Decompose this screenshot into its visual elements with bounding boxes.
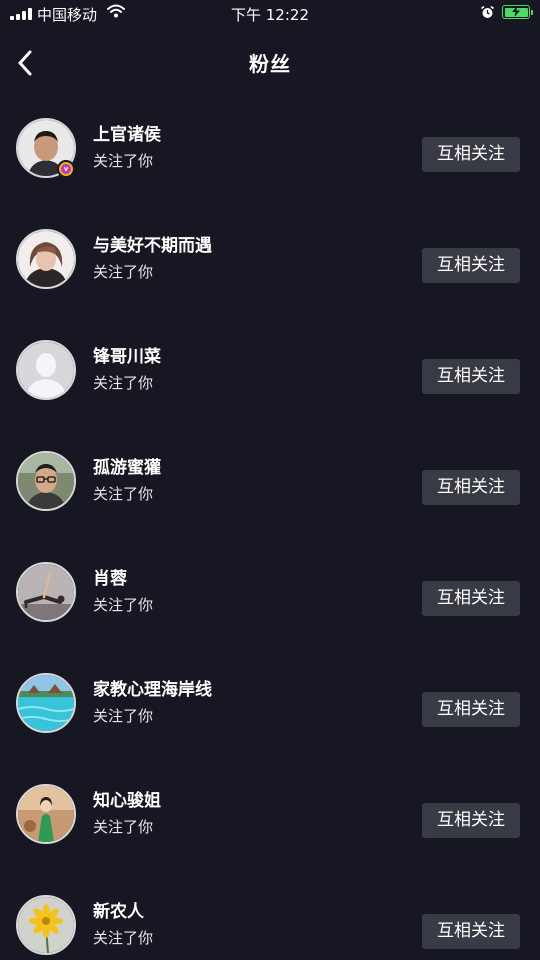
follow-back-button[interactable]: 互相关注: [422, 248, 520, 283]
fan-subtitle: 关注了你: [93, 485, 154, 503]
fan-name: 锋哥川菜: [93, 347, 161, 367]
fan-subtitle: 关注了你: [93, 263, 154, 281]
alarm-icon: [480, 5, 495, 24]
page-title: 粉丝: [249, 52, 291, 76]
fan-name: 孤游蜜獾: [93, 458, 161, 478]
fan-subtitle: 关注了你: [93, 818, 154, 836]
nav-bar: 粉丝: [0, 28, 540, 98]
follow-back-button[interactable]: 互相关注: [422, 914, 520, 949]
fan-row[interactable]: 家教心理海岸线 关注了你 互相关注: [0, 647, 540, 758]
avatar[interactable]: [16, 673, 76, 733]
fan-subtitle: 关注了你: [93, 152, 154, 170]
fan-row[interactable]: 与美好不期而遇 关注了你 互相关注: [0, 203, 540, 314]
fan-row[interactable]: v 上官诸侯 关注了你 互相关注: [0, 92, 540, 203]
fan-row[interactable]: 肖蓉 关注了你 互相关注: [0, 536, 540, 647]
follow-back-button[interactable]: 互相关注: [422, 137, 520, 172]
fan-subtitle: 关注了你: [93, 707, 154, 725]
follow-back-button[interactable]: 互相关注: [422, 359, 520, 394]
fans-screen: 中国移动 下午 12:22 粉丝 v 上官诸侯 关注了你 互相关注 与美好不期而…: [0, 0, 540, 960]
battery-charging-icon: [502, 5, 533, 19]
fan-row[interactable]: 知心骏姐 关注了你 互相关注: [0, 758, 540, 869]
fan-name: 家教心理海岸线: [93, 680, 212, 700]
fan-subtitle: 关注了你: [93, 596, 154, 614]
avatar[interactable]: [16, 562, 76, 622]
fan-row[interactable]: 锋哥川菜 关注了你 互相关注: [0, 314, 540, 425]
status-bar: 中国移动 下午 12:22: [0, 0, 540, 28]
fan-subtitle: 关注了你: [93, 374, 154, 392]
avatar[interactable]: [16, 340, 76, 400]
follow-back-button[interactable]: 互相关注: [422, 692, 520, 727]
follow-back-button[interactable]: 互相关注: [422, 470, 520, 505]
follow-back-button[interactable]: 互相关注: [422, 803, 520, 838]
fan-name: 与美好不期而遇: [93, 236, 212, 256]
fan-list: v 上官诸侯 关注了你 互相关注 与美好不期而遇 关注了你 互相关注 锋哥川菜 …: [0, 92, 540, 960]
avatar[interactable]: [16, 895, 76, 955]
fan-name: 知心骏姐: [93, 791, 161, 811]
fan-row[interactable]: 新农人 关注了你 互相关注: [0, 869, 540, 960]
verified-badge-icon: v: [57, 160, 75, 178]
fan-name: 上官诸侯: [93, 125, 161, 145]
fan-name: 新农人: [93, 902, 144, 922]
status-time: 下午 12:22: [231, 6, 309, 24]
fan-subtitle: 关注了你: [93, 929, 154, 947]
follow-back-button[interactable]: 互相关注: [422, 581, 520, 616]
avatar[interactable]: [16, 784, 76, 844]
fan-row[interactable]: 孤游蜜獾 关注了你 互相关注: [0, 425, 540, 536]
fan-name: 肖蓉: [93, 569, 127, 589]
avatar[interactable]: [16, 451, 76, 511]
avatar[interactable]: [16, 229, 76, 289]
